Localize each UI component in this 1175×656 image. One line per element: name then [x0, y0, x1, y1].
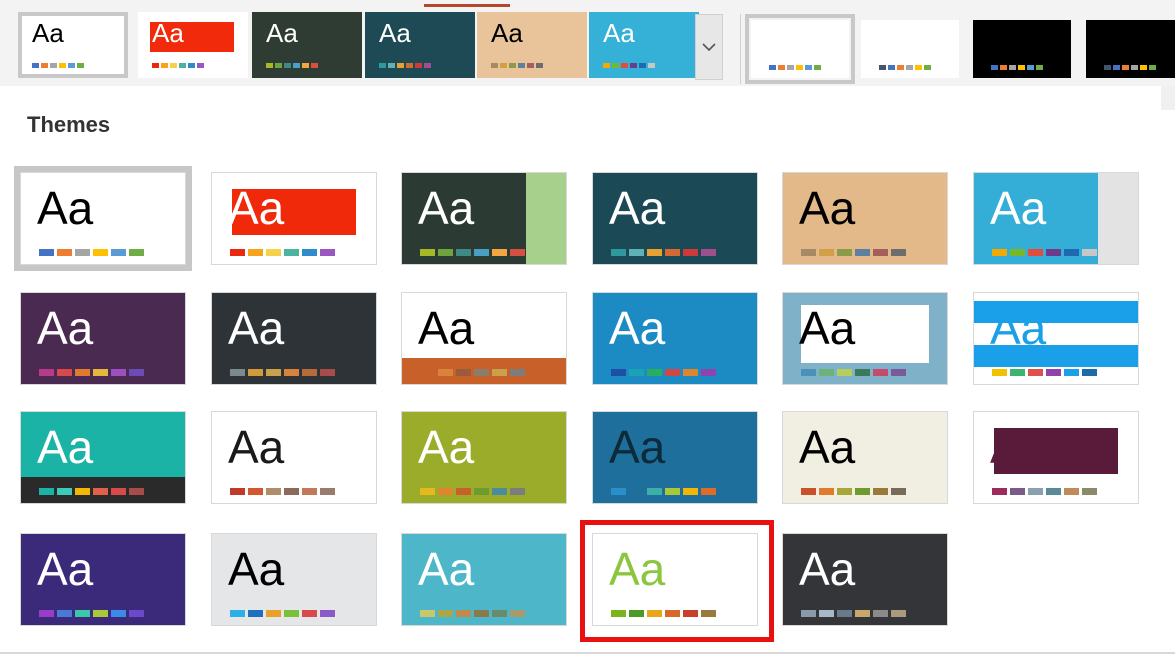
side-panel — [1098, 173, 1138, 264]
theme-thumbnail[interactable]: Aa — [401, 411, 567, 504]
color-swatches — [801, 369, 906, 376]
theme-thumbnail[interactable]: Aa — [782, 292, 948, 385]
theme-thumbnail[interactable]: Aa — [592, 172, 758, 265]
theme-sample-text: Aa — [799, 182, 856, 234]
theme-thumbnail[interactable]: Aa — [782, 533, 948, 626]
theme-thumbnail[interactable]: Aa — [782, 411, 948, 504]
color-swatches — [420, 369, 525, 376]
color-swatches — [801, 249, 906, 256]
theme-sample-text: Aa — [418, 543, 475, 595]
color-swatches — [611, 610, 716, 617]
theme-thumbnail[interactable]: Aa — [211, 411, 377, 504]
theme-sample-text: Aa — [990, 421, 1047, 473]
theme-sample-text: Aa — [609, 302, 666, 354]
theme-sample-text: Aa — [609, 182, 666, 234]
theme-thumbnail[interactable]: Aa — [973, 411, 1139, 504]
divider — [0, 652, 1175, 654]
theme-sample-text: Aa — [228, 182, 285, 234]
color-swatches — [611, 369, 716, 376]
theme-thumbnail[interactable]: Aa — [20, 533, 186, 626]
color-swatches — [420, 610, 525, 617]
theme-sample-text: Aa — [799, 543, 856, 595]
color-swatches — [39, 249, 144, 256]
color-swatches — [230, 249, 335, 256]
theme-sample-text: Aa — [799, 302, 856, 354]
themes-grid: Aa Aa Aa Aa Aa Aa Aa Aa Aa Aa Aa Aa Aa Aa Aa Aa Aa Aa Aa Aa… — [0, 0, 1175, 656]
color-swatches — [992, 249, 1097, 256]
color-swatches — [230, 369, 335, 376]
color-swatches — [801, 610, 906, 617]
theme-sample-text: Aa — [37, 182, 94, 234]
color-swatches — [230, 610, 335, 617]
theme-sample-text: Aa — [418, 421, 475, 473]
theme-thumbnail[interactable]: Aa — [20, 411, 186, 504]
theme-sample-text: Aa — [418, 182, 475, 234]
theme-thumbnail[interactable]: Aa — [592, 292, 758, 385]
theme-sample-text: Aa — [228, 421, 285, 473]
theme-thumbnail[interactable]: Aa — [211, 292, 377, 385]
color-swatches — [992, 369, 1097, 376]
theme-sample-text: Aa — [228, 543, 285, 595]
theme-sample-text: Aa — [990, 182, 1047, 234]
color-swatches — [39, 610, 144, 617]
theme-thumbnail[interactable]: Aa — [782, 172, 948, 265]
theme-thumbnail[interactable]: Aa — [973, 172, 1139, 265]
theme-sample-text: Aa — [418, 302, 475, 354]
theme-sample-text: Aa — [37, 421, 94, 473]
color-swatches — [230, 488, 335, 495]
theme-sample-text: Aa — [37, 543, 94, 595]
color-swatches — [801, 488, 906, 495]
side-panel — [526, 173, 566, 264]
theme-thumbnail[interactable]: Aa — [211, 533, 377, 626]
theme-thumbnail[interactable]: Aa — [20, 292, 186, 385]
theme-thumbnail[interactable]: Aa — [592, 533, 758, 626]
theme-thumbnail[interactable]: Aa — [14, 166, 192, 271]
color-swatches — [39, 488, 144, 495]
theme-thumbnail[interactable]: Aa — [211, 172, 377, 265]
color-swatches — [611, 488, 716, 495]
color-swatches — [39, 369, 144, 376]
theme-sample-text: Aa — [609, 421, 666, 473]
color-swatches — [420, 249, 525, 256]
theme-sample-text: Aa — [799, 421, 856, 473]
theme-sample-text: Aa — [37, 302, 94, 354]
color-swatches — [420, 488, 525, 495]
theme-thumbnail[interactable]: Aa — [401, 533, 567, 626]
color-swatches — [611, 249, 716, 256]
color-swatches — [992, 488, 1097, 495]
theme-sample-text: Aa — [990, 302, 1047, 354]
theme-sample-text: Aa — [228, 302, 285, 354]
theme-thumbnail[interactable]: Aa — [401, 292, 567, 385]
theme-sample-text: Aa — [609, 543, 666, 595]
theme-thumbnail[interactable]: Aa — [973, 292, 1139, 385]
theme-thumbnail[interactable]: Aa — [401, 172, 567, 265]
theme-thumbnail[interactable]: Aa — [592, 411, 758, 504]
